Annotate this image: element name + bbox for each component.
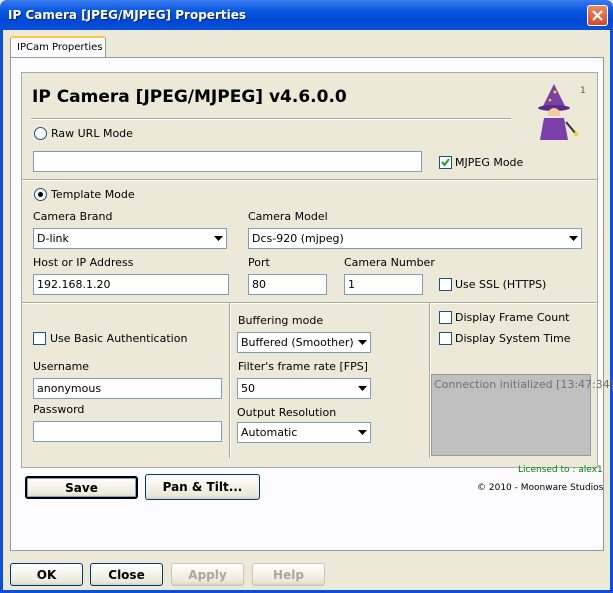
- copyright-text: © 2010 - Moonware Studios: [477, 483, 604, 493]
- camera-number-label: Camera Number: [344, 256, 435, 269]
- apply-button[interactable]: Apply: [171, 563, 244, 586]
- camera-brand-value: D-link: [37, 232, 69, 245]
- camera-number-input[interactable]: 1: [344, 274, 423, 295]
- close-icon: [592, 10, 603, 21]
- chevron-down-icon: [569, 236, 578, 241]
- header-divider: [31, 118, 511, 120]
- port-label: Port: [248, 256, 270, 269]
- password-label: Password: [33, 403, 85, 416]
- display-frame-count-checkbox[interactable]: [439, 311, 452, 324]
- basic-auth-label: Use Basic Authentication: [50, 332, 188, 345]
- output-resolution-label: Output Resolution: [237, 406, 337, 419]
- help-button[interactable]: Help: [252, 563, 325, 586]
- buffering-mode-value: Buffered (Smoother): [241, 336, 354, 349]
- section-divider-1: [22, 179, 597, 181]
- chevron-down-icon: [358, 386, 367, 391]
- connection-status-text: Connection initialized [13:47:34]: [434, 378, 613, 391]
- raw-url-input[interactable]: [33, 151, 422, 172]
- chevron-down-icon: [358, 340, 367, 345]
- password-input[interactable]: [33, 421, 222, 442]
- wizard-icon: [528, 82, 580, 142]
- display-frame-count-label: Display Frame Count: [455, 311, 570, 324]
- title-bar[interactable]: IP Camera [JPEG/MJPEG] Properties: [0, 0, 613, 30]
- pan-tilt-button[interactable]: Pan & Tilt...: [145, 474, 260, 500]
- output-resolution-value: Automatic: [241, 426, 298, 439]
- fps-select[interactable]: 50: [237, 378, 371, 399]
- dropdown-arrow[interactable]: [354, 424, 369, 441]
- page-number: 1: [580, 86, 586, 96]
- buffering-mode-label: Buffering mode: [238, 314, 324, 327]
- template-mode-label: Template Mode: [51, 188, 135, 201]
- fps-value: 50: [241, 382, 255, 395]
- dropdown-arrow[interactable]: [565, 230, 580, 247]
- dropdown-arrow[interactable]: [354, 334, 369, 351]
- camera-brand-label: Camera Brand: [33, 210, 113, 223]
- dropdown-arrow[interactable]: [210, 230, 225, 247]
- username-label: Username: [33, 360, 90, 373]
- port-input[interactable]: 80: [248, 274, 327, 295]
- connection-status-box: Connection initialized [13:47:34]: [431, 374, 613, 456]
- tab-ipcam-properties[interactable]: IPCam Properties: [10, 36, 106, 58]
- fps-label: Filter's frame rate [FPS]: [238, 360, 368, 373]
- camera-model-select[interactable]: Dcs-920 (mjpeg): [248, 228, 582, 249]
- window-title: IP Camera [JPEG/MJPEG] Properties: [8, 8, 246, 22]
- chevron-down-icon: [358, 430, 367, 435]
- use-ssl-label: Use SSL (HTTPS): [455, 278, 547, 291]
- checkmark-icon: [441, 158, 450, 167]
- use-ssl-checkbox[interactable]: [439, 278, 452, 291]
- close-window-button[interactable]: [587, 5, 608, 26]
- radio-selected-dot: [38, 192, 43, 197]
- buffering-mode-select[interactable]: Buffered (Smoother): [237, 332, 371, 353]
- mjpeg-mode-label: MJPEG Mode: [455, 156, 524, 169]
- ok-button[interactable]: OK: [10, 563, 83, 586]
- camera-brand-select[interactable]: D-link: [33, 228, 227, 249]
- raw-url-mode-label: Raw URL Mode: [51, 127, 133, 140]
- mjpeg-mode-checkbox[interactable]: [439, 156, 452, 169]
- licensed-text: Licensed to : alex1: [518, 465, 603, 475]
- display-system-time-checkbox[interactable]: [439, 332, 452, 345]
- host-input[interactable]: 192.168.1.20: [33, 274, 229, 295]
- camera-model-value: Dcs-920 (mjpeg): [252, 232, 344, 245]
- host-label: Host or IP Address: [33, 256, 134, 269]
- basic-auth-checkbox[interactable]: [33, 332, 46, 345]
- output-resolution-select[interactable]: Automatic: [237, 422, 371, 443]
- camera-model-label: Camera Model: [248, 210, 328, 223]
- template-mode-radio[interactable]: [34, 188, 47, 201]
- column-divider-1: [229, 303, 231, 458]
- username-input[interactable]: anonymous: [33, 378, 222, 399]
- page-title: IP Camera [JPEG/MJPEG] v4.6.0.0: [32, 87, 347, 107]
- section-divider-2: [22, 302, 597, 304]
- chevron-down-icon: [214, 236, 223, 241]
- save-button[interactable]: Save: [25, 476, 138, 499]
- close-button[interactable]: Close: [90, 563, 163, 586]
- dropdown-arrow[interactable]: [354, 380, 369, 397]
- display-system-time-label: Display System Time: [455, 332, 571, 345]
- raw-url-mode-radio[interactable]: [34, 127, 47, 140]
